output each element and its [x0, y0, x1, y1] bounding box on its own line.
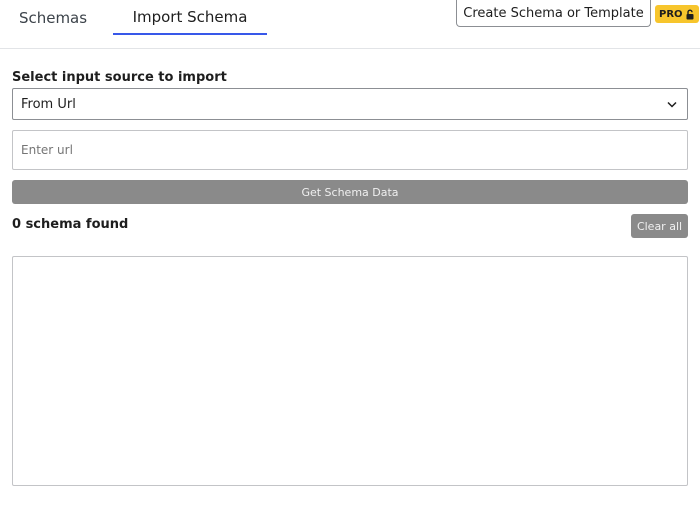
pro-badge[interactable]: PRO [655, 5, 699, 23]
tab-schemas[interactable]: Schemas [0, 0, 106, 35]
schema-results-area[interactable] [12, 256, 688, 486]
tab-schemas-label: Schemas [18, 8, 88, 27]
schema-count-text: 0 schema found [12, 217, 129, 232]
schema-import-page: Schemas Import Schema Create Schema or T… [0, 0, 700, 515]
tab-import-schema[interactable]: Import Schema [113, 0, 267, 35]
get-schema-data-button[interactable]: Get Schema Data [12, 180, 688, 204]
create-button-label: Create Schema or Template [463, 5, 644, 21]
chevron-down-icon [667, 97, 677, 112]
header-bar: Schemas Import Schema Create Schema or T… [0, 0, 700, 49]
source-select[interactable]: From Url [12, 88, 688, 120]
tab-import-schema-label: Import Schema [132, 7, 248, 26]
source-select-value: From Url [21, 96, 76, 112]
lock-icon [685, 9, 695, 20]
source-label: Select input source to import [12, 70, 227, 85]
url-input[interactable] [12, 130, 688, 170]
get-schema-data-label: Get Schema Data [301, 185, 399, 199]
clear-all-button[interactable]: Clear all [631, 214, 688, 238]
create-schema-or-template-button[interactable]: Create Schema or Template [456, 0, 651, 27]
clear-all-label: Clear all [636, 219, 683, 233]
pro-badge-label: PRO [659, 8, 683, 20]
